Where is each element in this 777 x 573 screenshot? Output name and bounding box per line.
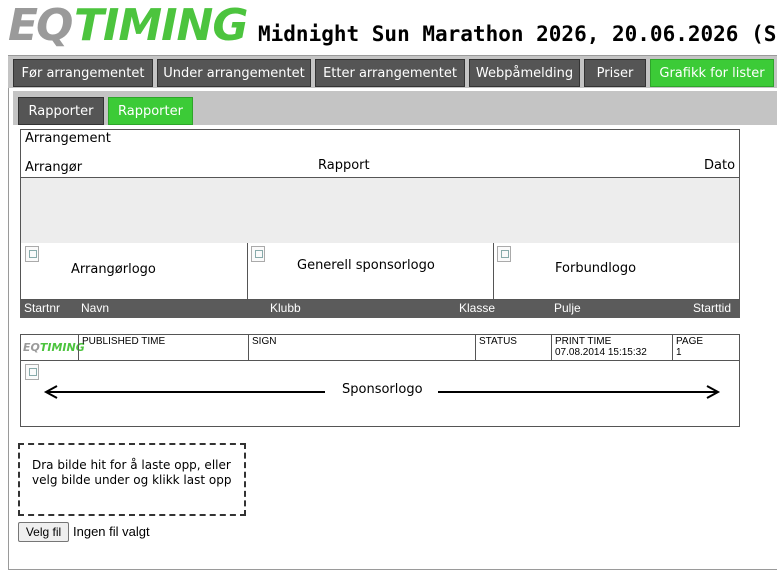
arrangor-label: Arrangør [25, 160, 83, 175]
main-tab-bar: Før arrangementet Under arrangementet Et… [8, 55, 777, 88]
arrangement-label: Arrangement [25, 131, 111, 146]
print-time-cell: PRINT TIME 07.08.2014 15:15:32 [551, 335, 672, 360]
header-image-area[interactable] [21, 177, 739, 243]
tab-webpamelding[interactable]: Webpåmelding [469, 59, 580, 87]
logo-letter-e: E [8, 0, 38, 51]
footer-preview-table: EQTIMING PUBLISHED TIME SIGN STATUS PRIN… [20, 334, 740, 361]
tab-priser[interactable]: Priser [584, 59, 646, 87]
page-title: Midnight Sun Marathon 2026, 20.06.2026 (… [258, 22, 777, 46]
logo-row: Arrangørlogo Generell sponsorlogo Forbun… [20, 243, 740, 300]
column-klasse: Klasse [459, 301, 496, 315]
tab-grafikk-for-lister[interactable]: Grafikk for lister [650, 59, 774, 87]
tab-under-arrangementet[interactable]: Under arrangementet [157, 59, 311, 87]
sign-label: SIGN [252, 336, 277, 347]
subtab-rapporter[interactable]: Rapporter [18, 97, 104, 125]
page-label: PAGE [676, 336, 704, 347]
status-label: STATUS [479, 336, 517, 347]
subtab-rapporter-active[interactable]: Rapporter [108, 97, 193, 125]
choose-file-button[interactable]: Velg fil [18, 522, 69, 542]
eqtiming-logo: E Q TIMING [8, 0, 248, 51]
broken-image-icon [25, 246, 39, 262]
broken-image-icon [251, 246, 265, 262]
column-pulje: Pulje [554, 301, 581, 315]
column-starttid: Starttid [693, 301, 732, 315]
logo-timing: TIMING [74, 0, 248, 51]
drop-zone-text: Dra bilde hit for å laste opp, eller vel… [32, 458, 232, 487]
tab-for-arrangementet[interactable]: Før arrangementet [13, 59, 153, 87]
published-time-label: PUBLISHED TIME [82, 336, 166, 347]
rapport-label: Rapport [318, 158, 370, 173]
arrangor-logo-cell[interactable]: Arrangørlogo [21, 243, 248, 299]
column-klubb: Klubb [270, 301, 301, 315]
report-header-preview: Arrangement Arrangør Rapport Dato [20, 129, 740, 243]
sponsor-logo-label: Generell sponsorlogo [297, 258, 435, 273]
column-startnr: Startnr [24, 301, 61, 315]
status-cell: STATUS [475, 335, 551, 360]
column-header-row: Startnr Navn Klubb Klasse Pulje Starttid [20, 300, 740, 318]
image-drop-zone[interactable]: Dra bilde hit for å laste opp, eller vel… [18, 443, 246, 516]
footer-sponsor-logo-area[interactable]: Sponsorlogo [20, 361, 740, 427]
page-cell: PAGE 1 [672, 335, 739, 360]
column-navn: Navn [81, 301, 110, 315]
file-status-text: Ingen fil valgt [73, 524, 150, 539]
logo-letter-q: Q [36, 0, 74, 51]
footer-eqtiming-logo: EQTIMING [23, 341, 85, 354]
tab-etter-arrangementet[interactable]: Etter arrangementet [315, 59, 465, 87]
dato-label: Dato [704, 158, 736, 173]
forbund-logo-cell[interactable]: Forbundlogo [494, 243, 739, 299]
sub-tab-bar: Rapporter Rapporter [13, 91, 777, 125]
broken-image-icon [497, 246, 511, 262]
forbund-logo-label: Forbundlogo [555, 261, 637, 276]
print-time-value: 07.08.2014 15:15:32 [555, 347, 647, 358]
sponsor-logo-label: Sponsorlogo [342, 382, 423, 397]
sign-cell: SIGN [248, 335, 475, 360]
print-time-label: PRINT TIME [555, 336, 612, 347]
arrangor-logo-label: Arrangørlogo [71, 262, 156, 277]
page-value: 1 [676, 347, 682, 358]
published-time-cell: PUBLISHED TIME [78, 335, 248, 360]
sponsor-logo-cell[interactable]: Generell sponsorlogo [248, 243, 494, 299]
